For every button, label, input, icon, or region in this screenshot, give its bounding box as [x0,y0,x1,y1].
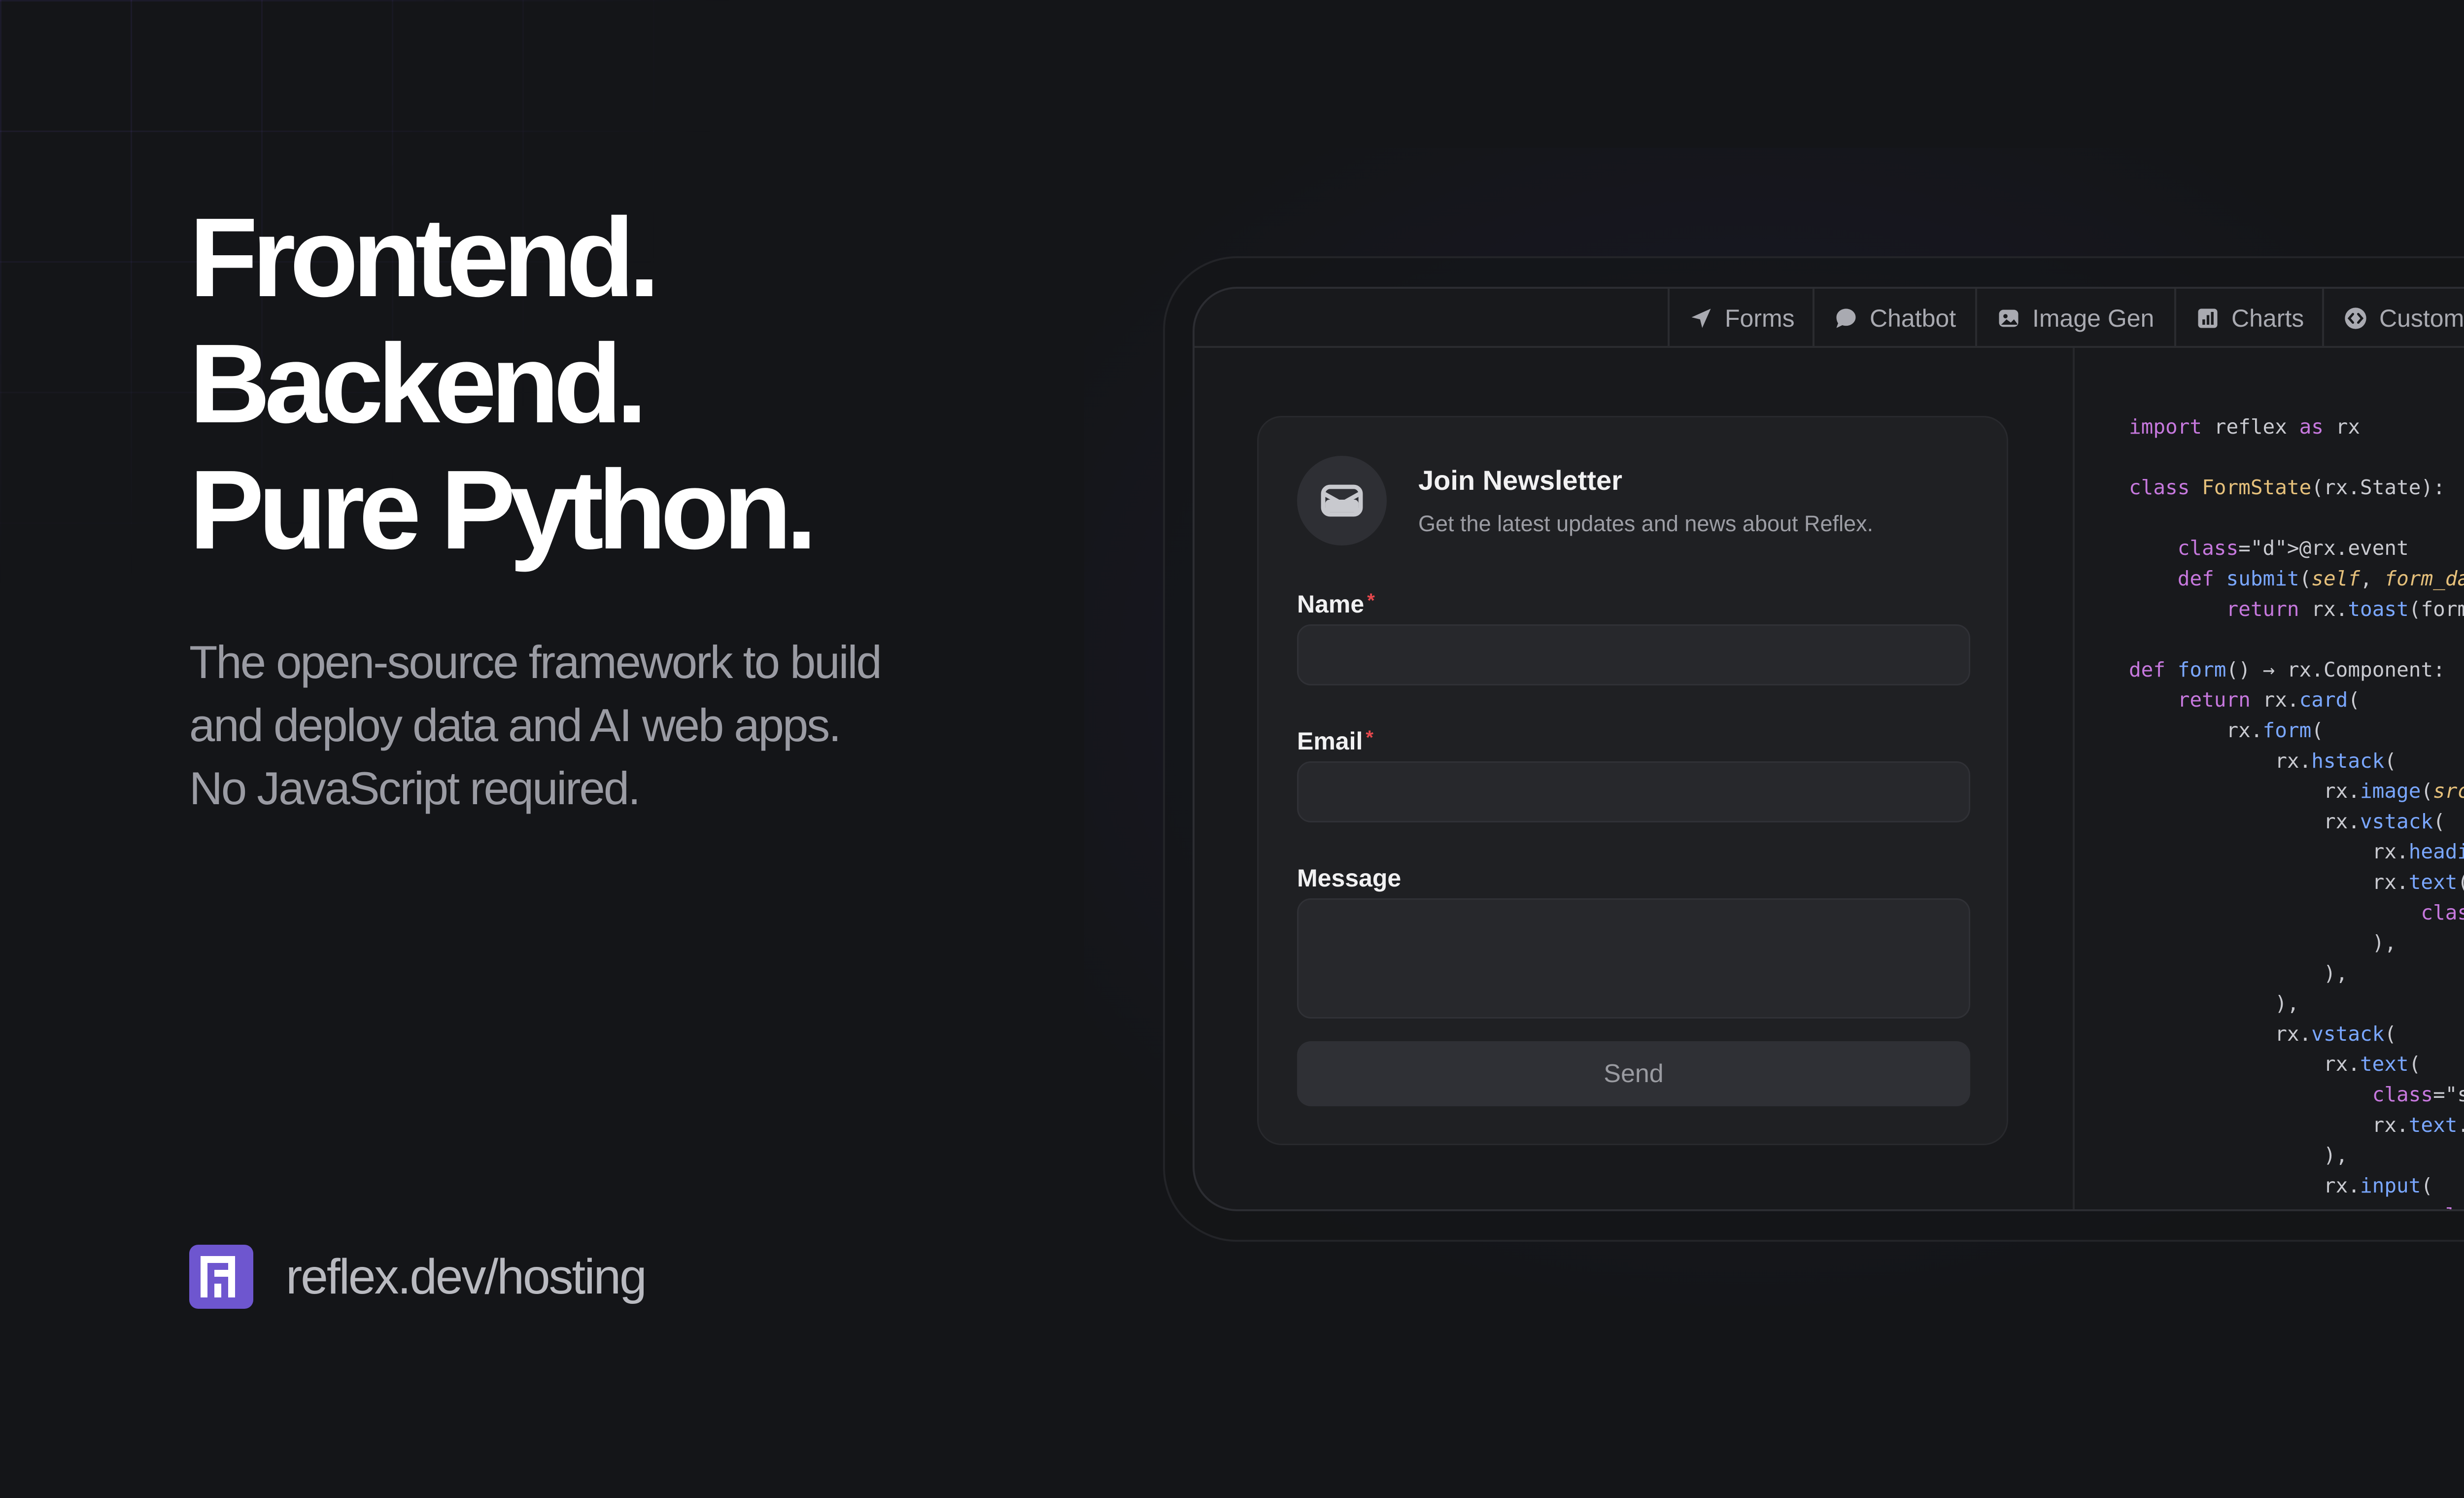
code-line: class FormState(rx.State): [2129,476,2445,500]
chat-bubble-icon [1836,308,1856,328]
code-line: rx.input( [2129,1173,2433,1197]
code-line: ), [2129,961,2348,985]
subline-line-2: and deploy data and AI web apps. [189,699,841,751]
tab-custom[interactable]: Custom [2322,289,2464,348]
tab-chatbot-label: Chatbot [1870,305,1956,332]
code-icon [2345,307,2366,329]
name-input[interactable] [1297,624,1970,685]
brand-link[interactable]: reflex.dev/hosting [189,1245,647,1309]
tab-chatbot[interactable]: Chatbot [1813,289,1975,348]
code-line: rx.text.spa [2129,1113,2464,1137]
headline-line-2: Backend. [189,321,648,446]
tab-bar: Forms Chatbot Image Gen Charts Custom [1195,289,2464,348]
code-line: ), [2129,1143,2348,1167]
card-title: Join Newsletter [1418,465,1622,496]
name-label-text: Name [1297,590,1365,618]
reflex-logo-mark [201,1256,235,1297]
code-line: import reflex as rx [2129,415,2361,439]
message-textarea[interactable] [1297,898,1970,1019]
send-icon [1691,308,1711,328]
message-label: Message [1297,864,1402,892]
name-label: Name * [1297,590,1375,618]
image-gen-icon [1999,309,2019,327]
chart-icon [2198,308,2218,328]
code-line: class="s">"Get t [2421,900,2464,924]
subline-line-1: The open-source framework to build [189,636,882,688]
code-line: rx.text( [2129,870,2464,894]
email-input[interactable] [1297,761,1970,822]
tab-custom-label: Custom [2379,305,2464,332]
code-line: rx.vstack( [2129,1021,2397,1046]
email-required-mark: * [1366,727,1373,749]
tab-charts-label: Charts [2231,305,2304,332]
code-line: rx.hstack( [2129,749,2397,773]
send-button[interactable]: Send [1297,1041,1970,1106]
code-line: rx.vstack( [2129,809,2445,833]
code-line: ), [2129,991,2299,1016]
tab-forms-label: Forms [1725,305,1795,332]
tab-image-gen-label: Image Gen [2032,305,2155,332]
envelope-icon [1321,484,1363,517]
headline-line-3: Pure Python. [189,447,817,573]
code-line: def form() → rx.Component: [2129,657,2445,681]
code-line: return rx.card( [2177,688,2361,712]
tab-charts[interactable]: Charts [2174,289,2322,348]
code-line: rx.heading [2129,840,2464,864]
newsletter-card: Join Newsletter Get the latest updates a… [1257,416,2008,1145]
name-required-mark: * [1367,590,1375,612]
code-line: ), [2129,931,2397,955]
reflex-logo [189,1245,253,1309]
code-line: class="d">@rx.event [2177,536,2409,560]
email-label-text: Email [1297,727,1363,755]
brand-url: reflex.dev/hosting [286,1249,647,1304]
headline-line-1: Frontend. [189,195,660,320]
newsletter-avatar [1297,456,1387,545]
app-window: Forms Chatbot Image Gen Charts Custom Jo… [1193,287,2464,1211]
code-divider [2073,348,2075,1209]
hero-headline: Frontend. Backend. Pure Python. [189,195,817,573]
code-line: def submit(self, form_data [2177,566,2464,590]
tab-image-gen[interactable]: Image Gen [1975,289,2174,348]
code-block: import reflex as rx class FormState(rx.S… [2129,412,2464,1209]
card-subtitle: Get the latest updates and news about Re… [1418,511,1874,536]
code-line: class="s">"Name ", [2372,1083,2464,1107]
code-line: rx.text( [2129,1052,2421,1076]
code-line: name=class="s">"name [2129,1201,2464,1209]
subline-line-3: No JavaScript required. [189,762,641,814]
code-line: rx.image(src=class="s">" [2129,779,2464,803]
tab-forms[interactable]: Forms [1668,289,1813,348]
email-label: Email * [1297,727,1373,755]
code-line: return rx.toast(form_d [2226,597,2464,621]
code-line: rx.form( [2129,718,2324,742]
hero-subline: The open-source framework to build and d… [189,631,1027,820]
